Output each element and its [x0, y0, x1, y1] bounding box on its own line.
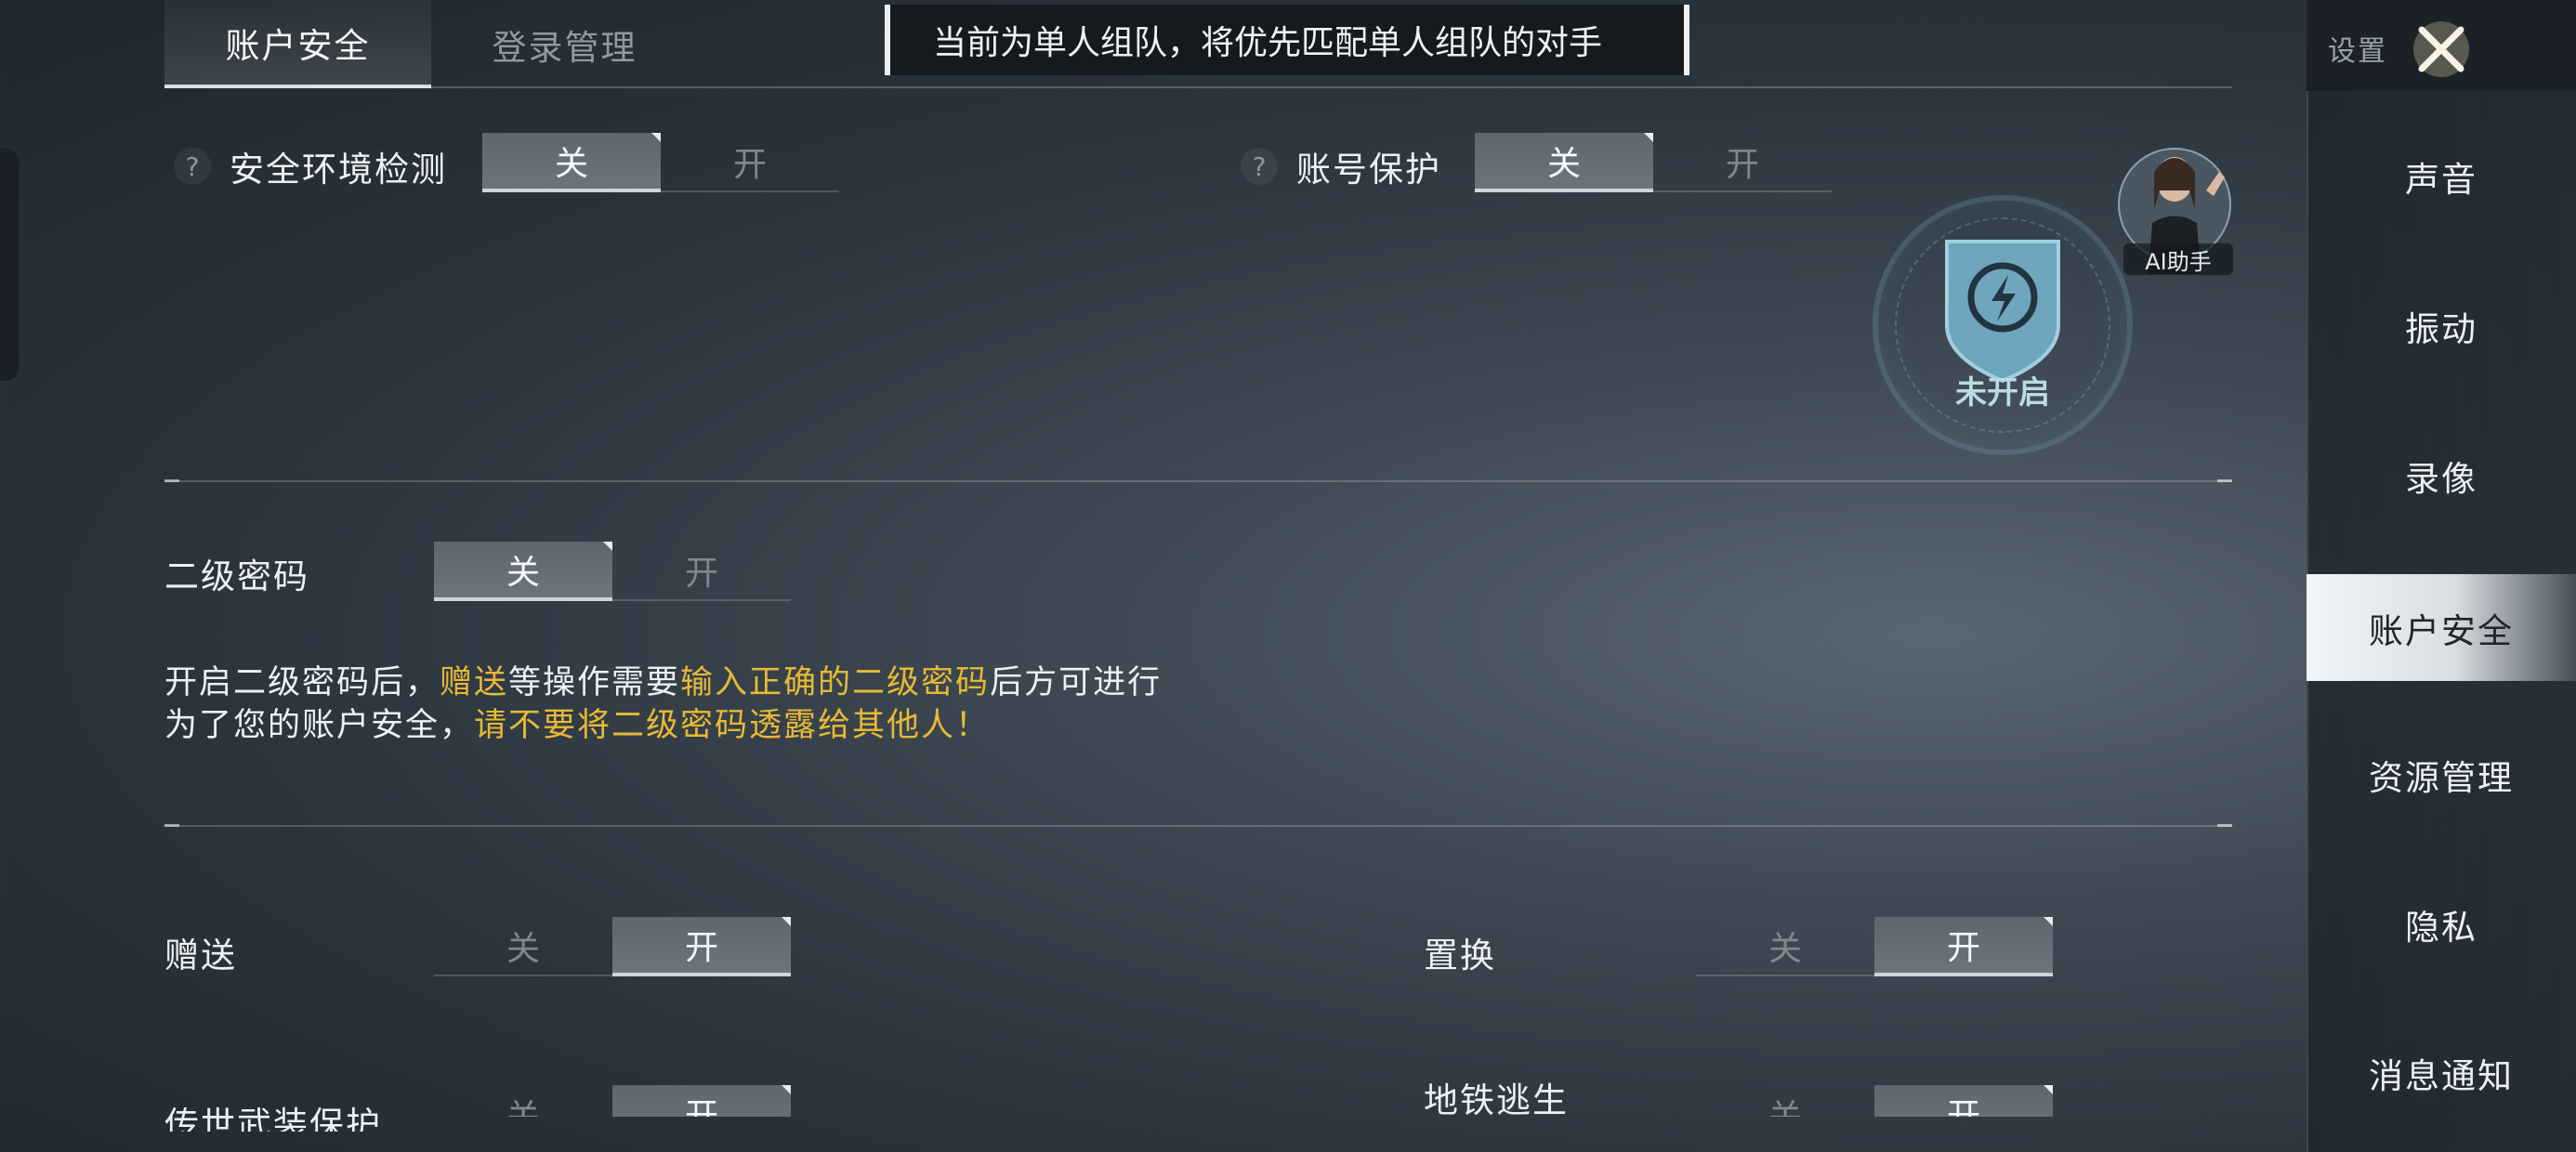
- toggle-off-option[interactable]: 关: [1696, 1085, 1874, 1117]
- toggle-off-option[interactable]: 关: [434, 917, 612, 976]
- setting-gift: 赠送: [164, 927, 237, 977]
- sidebar-item-recording[interactable]: 录像: [2307, 425, 2576, 527]
- toggle-on-option[interactable]: 开: [1653, 133, 1832, 192]
- close-icon[interactable]: [2409, 17, 2474, 82]
- section-divider: [164, 479, 2232, 482]
- top-tab-bar: 账户安全 登录管理: [164, 0, 698, 88]
- toggle-on-option[interactable]: 开: [1874, 1085, 2053, 1117]
- notice-text: 为了您的账户安全，: [164, 707, 475, 744]
- notice-highlight: 请不要将二级密码透露给其他人！: [474, 707, 991, 744]
- setting-label: 赠送: [164, 936, 237, 975]
- toggle-off-option[interactable]: 关: [1475, 133, 1653, 192]
- toggle-off-option[interactable]: 关: [1696, 917, 1874, 976]
- sidebar-item-account-security[interactable]: 账户安全: [2307, 574, 2576, 681]
- setting-security-env: ? 安全环境检测: [174, 141, 447, 191]
- toggle-on-option[interactable]: 开: [661, 133, 839, 192]
- toggle-on-option[interactable]: 开: [1874, 917, 2053, 976]
- sidebar-item-vibration[interactable]: 振动: [2307, 275, 2576, 377]
- notice-text: 后方可进行: [990, 664, 1163, 701]
- notice-line-2: 为了您的账户安全，请不要将二级密码透露给其他人！: [164, 699, 990, 746]
- metro-toggle: 关 开: [1696, 1085, 2053, 1117]
- toggle-off-option[interactable]: 关: [482, 133, 661, 192]
- ai-assistant-label[interactable]: AI助手: [2123, 243, 2233, 275]
- setting-label: 安全环境检测: [230, 150, 447, 190]
- setting-label: 地铁逃生: [1424, 1080, 1569, 1120]
- notice-text: 等操作需要: [508, 664, 681, 701]
- setting-metro: 地铁逃生: [1424, 1072, 1569, 1122]
- sidebar-item-sound[interactable]: 声音: [2307, 125, 2576, 228]
- sidebar-item-notifications[interactable]: 消息通知: [2307, 1022, 2576, 1124]
- shield-status-text: 未开启: [1955, 374, 2050, 412]
- toggle-off-option[interactable]: 关: [434, 1085, 612, 1117]
- setting-label: 置换: [1424, 936, 1496, 975]
- setting-replace: 置换: [1424, 927, 1496, 977]
- account-protection-toggle: 关 开: [1475, 133, 1832, 192]
- toast-message: 当前为单人组队，将优先匹配单人组队的对手: [885, 5, 1689, 75]
- shield-status-emblem: 未开启: [1873, 195, 2133, 455]
- toggle-off-option[interactable]: 关: [434, 542, 612, 601]
- help-icon[interactable]: ?: [174, 148, 211, 185]
- section-divider: [164, 824, 2232, 827]
- notice-highlight: 赠送: [440, 664, 509, 701]
- legend-weapon-toggle: 关 开: [434, 1085, 791, 1117]
- tab-account-security[interactable]: 账户安全: [164, 0, 431, 88]
- toggle-on-option[interactable]: 开: [612, 542, 791, 601]
- setting-label: 二级密码: [164, 556, 309, 596]
- setting-label: 传世武装保护: [164, 1105, 382, 1132]
- security-env-toggle: 关 开: [482, 133, 839, 192]
- setting-legend-weapon: 传世武装保护: [164, 1096, 382, 1132]
- notice-text: 开启二级密码后，: [164, 664, 440, 701]
- top-divider: [164, 86, 2232, 88]
- tab-login-management[interactable]: 登录管理: [431, 0, 698, 88]
- toggle-on-option[interactable]: 开: [612, 1085, 791, 1117]
- toggle-on-option[interactable]: 开: [612, 917, 791, 976]
- shield-icon: [1945, 240, 2060, 384]
- left-edge-handle: [0, 149, 19, 381]
- sidebar-title: 设置: [2328, 35, 2387, 68]
- setting-account-protection: ? 账号保护: [1241, 141, 1441, 191]
- sidebar-item-resource-management[interactable]: 资源管理: [2307, 724, 2576, 826]
- notice-line-1: 开启二级密码后，赠送等操作需要输入正确的二级密码后方可进行: [164, 656, 1162, 703]
- setting-second-password: 二级密码: [164, 548, 309, 598]
- notice-highlight: 输入正确的二级密码: [680, 664, 991, 701]
- second-password-toggle: 关 开: [434, 542, 791, 601]
- help-icon[interactable]: ?: [1241, 148, 1278, 185]
- setting-label: 账号保护: [1296, 150, 1441, 190]
- replace-toggle: 关 开: [1696, 917, 2053, 976]
- gift-toggle: 关 开: [434, 917, 791, 976]
- sidebar-item-privacy[interactable]: 隐私: [2307, 873, 2576, 975]
